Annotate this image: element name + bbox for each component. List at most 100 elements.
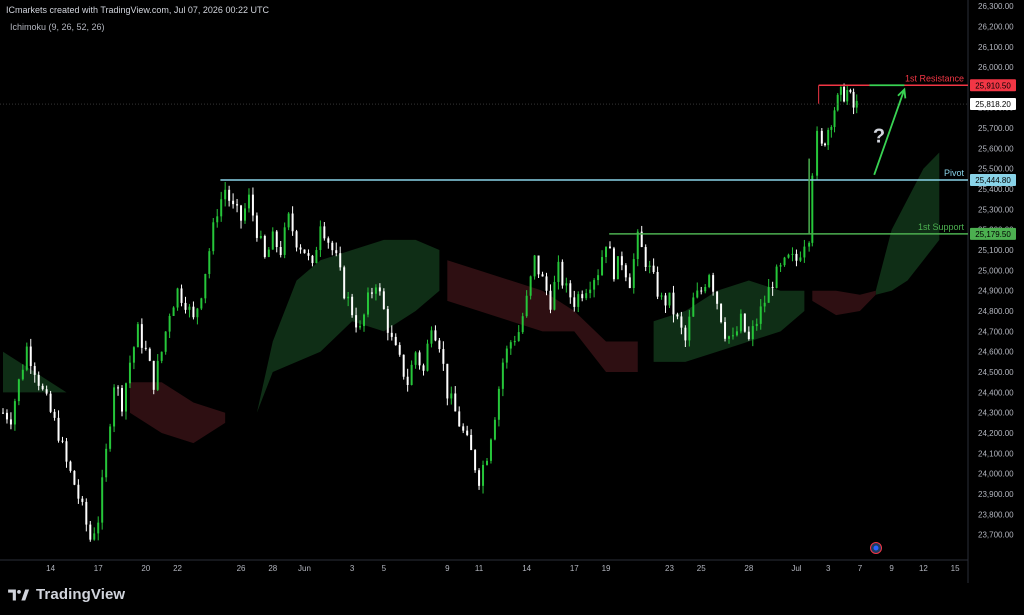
candle-body [109, 426, 112, 449]
candle-body [497, 388, 500, 420]
candle-body [577, 294, 580, 307]
x-tick-label: 22 [173, 564, 182, 573]
candle-body [17, 379, 20, 402]
candle-body [827, 129, 830, 146]
candle-body [291, 213, 294, 232]
candle-body [224, 189, 227, 200]
candle-body [696, 290, 699, 298]
candle-body [533, 255, 536, 277]
candle-body [101, 477, 104, 523]
tradingview-logo-icon [8, 589, 30, 600]
chart-area[interactable]: 26,300.00 26,200.00 26,100.00 26,000.00 25,9… [0, 0, 1024, 583]
y-tick-label: 24,700.00 [978, 327, 1014, 336]
candle-body [843, 86, 846, 102]
candle-body [414, 352, 417, 365]
y-tick-label: 24,400.00 [978, 388, 1014, 397]
candle-body [775, 266, 778, 288]
candle-body [366, 292, 369, 315]
candle-body [188, 306, 191, 310]
candle-body [676, 314, 679, 317]
candle-body [664, 295, 667, 306]
candle-body [232, 200, 235, 205]
candle-body [612, 248, 615, 280]
price-chart[interactable]: 26,300.00 26,200.00 26,100.00 26,000.00 25,9… [0, 0, 1024, 583]
candle-body [41, 385, 44, 390]
y-tick-label: 23,900.00 [978, 490, 1014, 499]
x-tick-label: 28 [744, 564, 753, 573]
candle-body [513, 340, 516, 343]
candle-body [351, 296, 354, 316]
x-tick-label: 28 [268, 564, 277, 573]
candle-body [208, 251, 211, 274]
candle-body [263, 235, 266, 257]
candle-body [132, 347, 135, 363]
candle-body [855, 100, 858, 108]
candle-body [458, 411, 461, 427]
candle-body [688, 316, 691, 341]
x-tick-label: 19 [602, 564, 611, 573]
candle-body [140, 324, 143, 348]
candle-body [545, 276, 548, 291]
x-tick-label: 20 [141, 564, 150, 573]
candle-body [168, 315, 171, 332]
candle-body [791, 253, 794, 255]
indicator-label[interactable]: Ichimoku (9, 26, 52, 26) [10, 22, 105, 32]
candle-body [616, 256, 619, 280]
level-label: Pivot [944, 168, 965, 178]
candle-body [398, 345, 401, 355]
candle-body [628, 277, 631, 289]
candle-body [220, 199, 223, 217]
time-zone-icon[interactable] [870, 542, 882, 554]
candle-body [624, 265, 627, 278]
candle-body [771, 286, 774, 288]
candle-body [656, 271, 659, 297]
candle-body [406, 376, 409, 386]
brand[interactable]: TradingView [8, 586, 125, 603]
y-tick-label: 25,100.00 [978, 246, 1014, 255]
candle-body [811, 175, 814, 243]
last-price-label: 25,818.20 [975, 100, 1011, 109]
candle-body [704, 286, 707, 292]
candle-body [81, 498, 84, 502]
x-tick-label: 25 [697, 564, 706, 573]
candle-body [438, 340, 441, 350]
candle-body [720, 303, 723, 323]
candle-body [846, 90, 849, 102]
x-tick-label: 26 [237, 564, 246, 573]
candle-body [57, 417, 60, 441]
candle-body [454, 393, 457, 412]
level-label: 1st Support [918, 222, 965, 232]
candle-body [410, 364, 413, 386]
candle-body [136, 324, 139, 348]
candle-body [462, 426, 465, 431]
candle-body [33, 366, 36, 375]
candle-body [759, 306, 762, 324]
y-tick-label: 25,300.00 [978, 205, 1014, 214]
x-tick-label: 17 [570, 564, 579, 573]
candle-body [450, 393, 453, 399]
y-tick-label: 26,200.00 [978, 22, 1014, 31]
chart-watermark: ICmarkets created with TradingView.com, … [6, 5, 269, 15]
candle-body [636, 231, 639, 260]
candle-body [299, 247, 302, 250]
candle-body [549, 290, 552, 310]
level-label: 1st Resistance [905, 73, 964, 83]
candle-body [751, 326, 754, 340]
candle-body [731, 335, 734, 337]
y-tick-label: 26,100.00 [978, 43, 1014, 52]
candle-body [849, 90, 852, 92]
candle-body [434, 330, 437, 341]
y-tick-label: 25,600.00 [978, 144, 1014, 153]
candle-body [442, 349, 445, 364]
y-tick-label: 26,000.00 [978, 63, 1014, 72]
candle-body [29, 346, 32, 367]
x-tick-label: Jun [298, 564, 311, 573]
candle-body [5, 412, 8, 420]
candle-body [386, 309, 389, 333]
y-tick-label: 25,400.00 [978, 185, 1014, 194]
candle-body [517, 332, 520, 341]
candle-body [382, 291, 385, 310]
y-tick-label: 24,000.00 [978, 470, 1014, 479]
candle-body [236, 204, 239, 206]
candle-body [668, 292, 671, 306]
